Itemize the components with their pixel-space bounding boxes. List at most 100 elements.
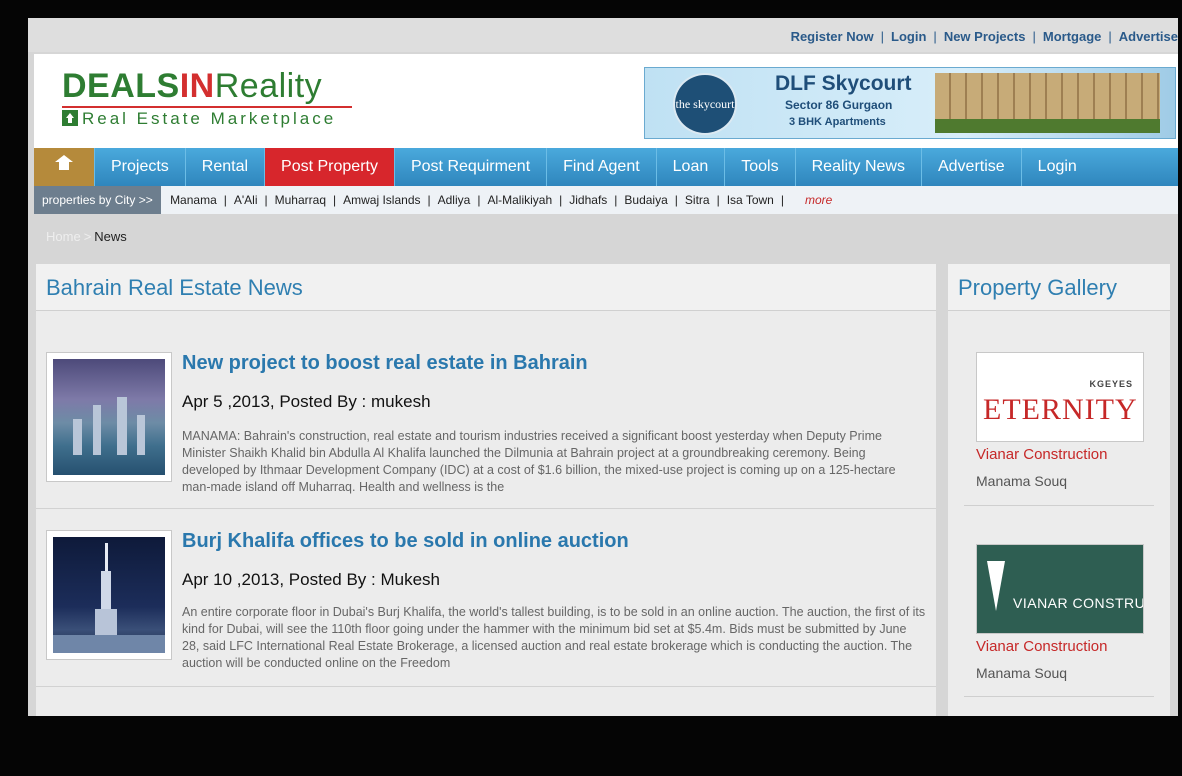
kgeyes-logo-text: KGEYES — [1089, 379, 1133, 389]
city-link-adliya[interactable]: Adliya — [438, 193, 471, 207]
vianar-v-icon — [987, 561, 1005, 611]
breadcrumb-current: News — [94, 229, 127, 244]
gallery-item: KGEYES ETERNITY Vianar Construction Mana… — [976, 352, 1144, 489]
bottom-shadow-band — [0, 716, 1182, 776]
breadcrumb-separator: > — [83, 229, 92, 244]
tower-shape — [117, 397, 127, 455]
article-meta: Apr 10 ,2013, Posted By : Mukesh — [182, 570, 440, 589]
separator: | — [264, 193, 268, 207]
city-link-manama[interactable]: Manama — [170, 193, 217, 207]
nav-rental[interactable]: Rental — [184, 148, 264, 186]
home-icon — [55, 155, 73, 173]
more-cities-link[interactable]: more — [791, 193, 832, 207]
article-excerpt: An entire corporate floor in Dubai's Bur… — [182, 605, 926, 670]
tower-shape — [93, 405, 101, 455]
banner-subtitle-apartments: 3 BHK Apartments — [789, 116, 886, 128]
city-link-amwaj-islands[interactable]: Amwaj Islands — [343, 193, 420, 207]
top-links-bar: Register Now | Login | New Projects | Mortgage… — [28, 18, 1178, 52]
property-gallery-panel: Property Gallery KGEYES ETERNITY Vianar … — [948, 264, 1170, 726]
main-navigation: Projects Rental Post Property Post Requi… — [34, 148, 1178, 186]
gallery-item-location: Manama Souq — [976, 473, 1068, 489]
skycourt-badge: the skycourt — [673, 73, 737, 135]
register-now-link[interactable]: Register Now — [791, 29, 874, 44]
water-reflection — [53, 635, 165, 653]
logo-part-deals: DEALS — [62, 67, 180, 105]
separator: | — [780, 193, 784, 207]
breadcrumb: Home > News — [46, 229, 127, 244]
gallery-item-location: Manama Souq — [976, 665, 1068, 681]
article-title-link[interactable]: New project to boost real estate in Bahr… — [182, 352, 588, 375]
nav-advertise[interactable]: Advertise — [920, 148, 1021, 186]
logo-part-reality: Reality — [214, 67, 323, 105]
advertise-link[interactable]: Advertise — [1119, 29, 1178, 44]
gallery-item-name-link[interactable]: Vianar Construction — [976, 638, 1144, 655]
article-meta: Apr 5 ,2013, Posted By : mukesh — [182, 392, 431, 411]
city-link-jidhafs[interactable]: Jidhafs — [569, 193, 607, 207]
city-bar: properties by City >> Manama | A'Ali | Muhar… — [34, 186, 1178, 214]
logo-wordmark: DEALSINReality — [62, 66, 352, 106]
city-link-aali[interactable]: A'Ali — [234, 193, 258, 207]
nav-post-requirement[interactable]: Post Requirment — [393, 148, 546, 186]
vianar-logo-image[interactable]: VIANAR CONSTRUCTIONS — [976, 544, 1144, 634]
site-header: DEALSINReality Real Estate Marketplace t… — [34, 54, 1178, 148]
separator: | — [1032, 29, 1036, 44]
news-article: New project to boost real estate in Bahr… — [36, 342, 936, 509]
tower-shape — [105, 543, 108, 573]
house-icon — [62, 110, 78, 126]
nav-find-agent[interactable]: Find Agent — [546, 148, 656, 186]
tower-shape — [137, 415, 145, 455]
gallery-divider — [964, 505, 1154, 506]
news-heading: Bahrain Real Estate News — [36, 264, 936, 311]
article-thumbnail[interactable] — [46, 352, 172, 482]
nav-loan[interactable]: Loan — [655, 148, 725, 186]
separator: | — [933, 29, 937, 44]
gallery-item: VIANAR CONSTRUCTIONS Vianar Construction… — [976, 544, 1144, 681]
city-link-muharraq[interactable]: Muharraq — [275, 193, 326, 207]
nav-home-button[interactable] — [34, 148, 94, 186]
city-link-sitra[interactable]: Sitra — [685, 193, 710, 207]
news-article: Burj Khalifa offices to be sold in onlin… — [36, 520, 936, 687]
mortgage-link[interactable]: Mortgage — [1043, 29, 1102, 44]
nav-login[interactable]: Login — [1020, 148, 1093, 186]
separator: | — [559, 193, 563, 207]
nav-post-property[interactable]: Post Property — [264, 148, 394, 186]
city-link-isa-town[interactable]: Isa Town — [727, 193, 774, 207]
nav-projects[interactable]: Projects — [94, 148, 185, 186]
article-excerpt: MANAMA: Bahrain's construction, real est… — [182, 429, 896, 494]
article-title-link[interactable]: Burj Khalifa offices to be sold in onlin… — [182, 530, 629, 553]
eternity-logo-image[interactable]: KGEYES ETERNITY — [976, 352, 1144, 442]
gallery-heading: Property Gallery — [948, 264, 1170, 311]
login-link[interactable]: Login — [891, 29, 926, 44]
site-logo[interactable]: DEALSINReality Real Estate Marketplace — [62, 66, 352, 130]
tower-shape — [73, 419, 82, 455]
tower-shape — [95, 609, 117, 635]
gallery-item-name-link[interactable]: Vianar Construction — [976, 446, 1144, 463]
eternity-logo-text: ETERNITY — [983, 393, 1138, 426]
ad-banner[interactable]: the skycourt DLF Skycourt Sector 86 Gurg… — [644, 67, 1176, 139]
vianar-logo-text: VIANAR CONSTRUCTIONS — [1013, 595, 1143, 611]
page-frame: Register Now | Login | New Projects | Mortgage… — [28, 18, 1178, 734]
logo-tagline: Real Estate Marketplace — [62, 108, 352, 130]
nav-tools[interactable]: Tools — [724, 148, 794, 186]
separator: | — [614, 193, 618, 207]
gallery-divider — [964, 696, 1154, 697]
tower-shape — [101, 571, 111, 611]
banner-subtitle-location: Sector 86 Gurgaon — [785, 98, 893, 112]
separator: | — [880, 29, 885, 44]
news-panel: Bahrain Real Estate News New project to … — [36, 264, 936, 726]
separator: | — [1108, 29, 1112, 44]
article-thumbnail[interactable] — [46, 530, 172, 660]
nav-reality-news[interactable]: Reality News — [794, 148, 921, 186]
separator: | — [674, 193, 678, 207]
separator: | — [477, 193, 481, 207]
city-list: Manama | A'Ali | Muharraq | Amwaj Islands | Adli… — [164, 186, 832, 214]
city-link-al-malikiyah[interactable]: Al-Malikiyah — [487, 193, 552, 207]
banner-building-image — [935, 73, 1160, 133]
new-projects-link[interactable]: New Projects — [944, 29, 1026, 44]
burj-khalifa-image — [53, 537, 165, 653]
city-link-budaiya[interactable]: Budaiya — [624, 193, 667, 207]
separator: | — [333, 193, 337, 207]
city-bar-label: properties by City >> — [34, 186, 161, 214]
breadcrumb-home-link[interactable]: Home — [46, 229, 81, 244]
bahrain-skyline-image — [53, 359, 165, 475]
